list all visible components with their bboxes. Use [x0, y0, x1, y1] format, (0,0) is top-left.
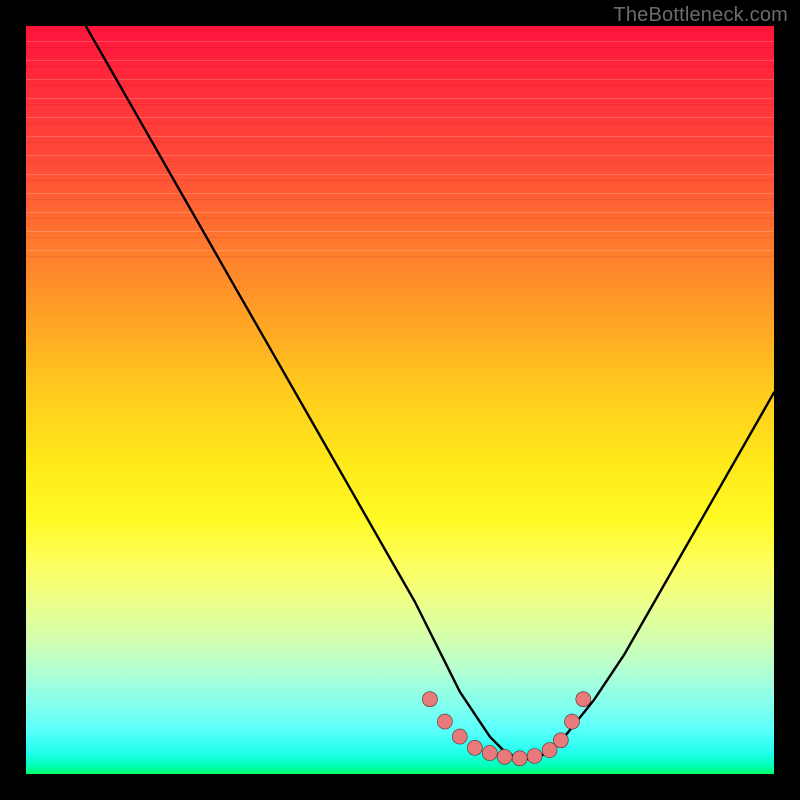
attribution-text: TheBottleneck.com: [613, 4, 788, 27]
curve-marker: [527, 749, 542, 764]
curve-marker: [565, 714, 580, 729]
curve-markers: [422, 692, 590, 766]
curve-marker: [422, 692, 437, 707]
curve-marker: [497, 749, 512, 764]
bottleneck-curve: [86, 26, 774, 759]
curve-marker: [482, 746, 497, 761]
curve-marker: [437, 714, 452, 729]
curve-marker: [467, 740, 482, 755]
chart-frame: TheBottleneck.com: [0, 0, 800, 800]
chart-svg: [26, 26, 774, 774]
curve-marker: [452, 729, 467, 744]
curve-marker: [512, 751, 527, 766]
curve-marker: [553, 733, 568, 748]
curve-marker: [576, 692, 591, 707]
plot-area: [26, 26, 774, 774]
